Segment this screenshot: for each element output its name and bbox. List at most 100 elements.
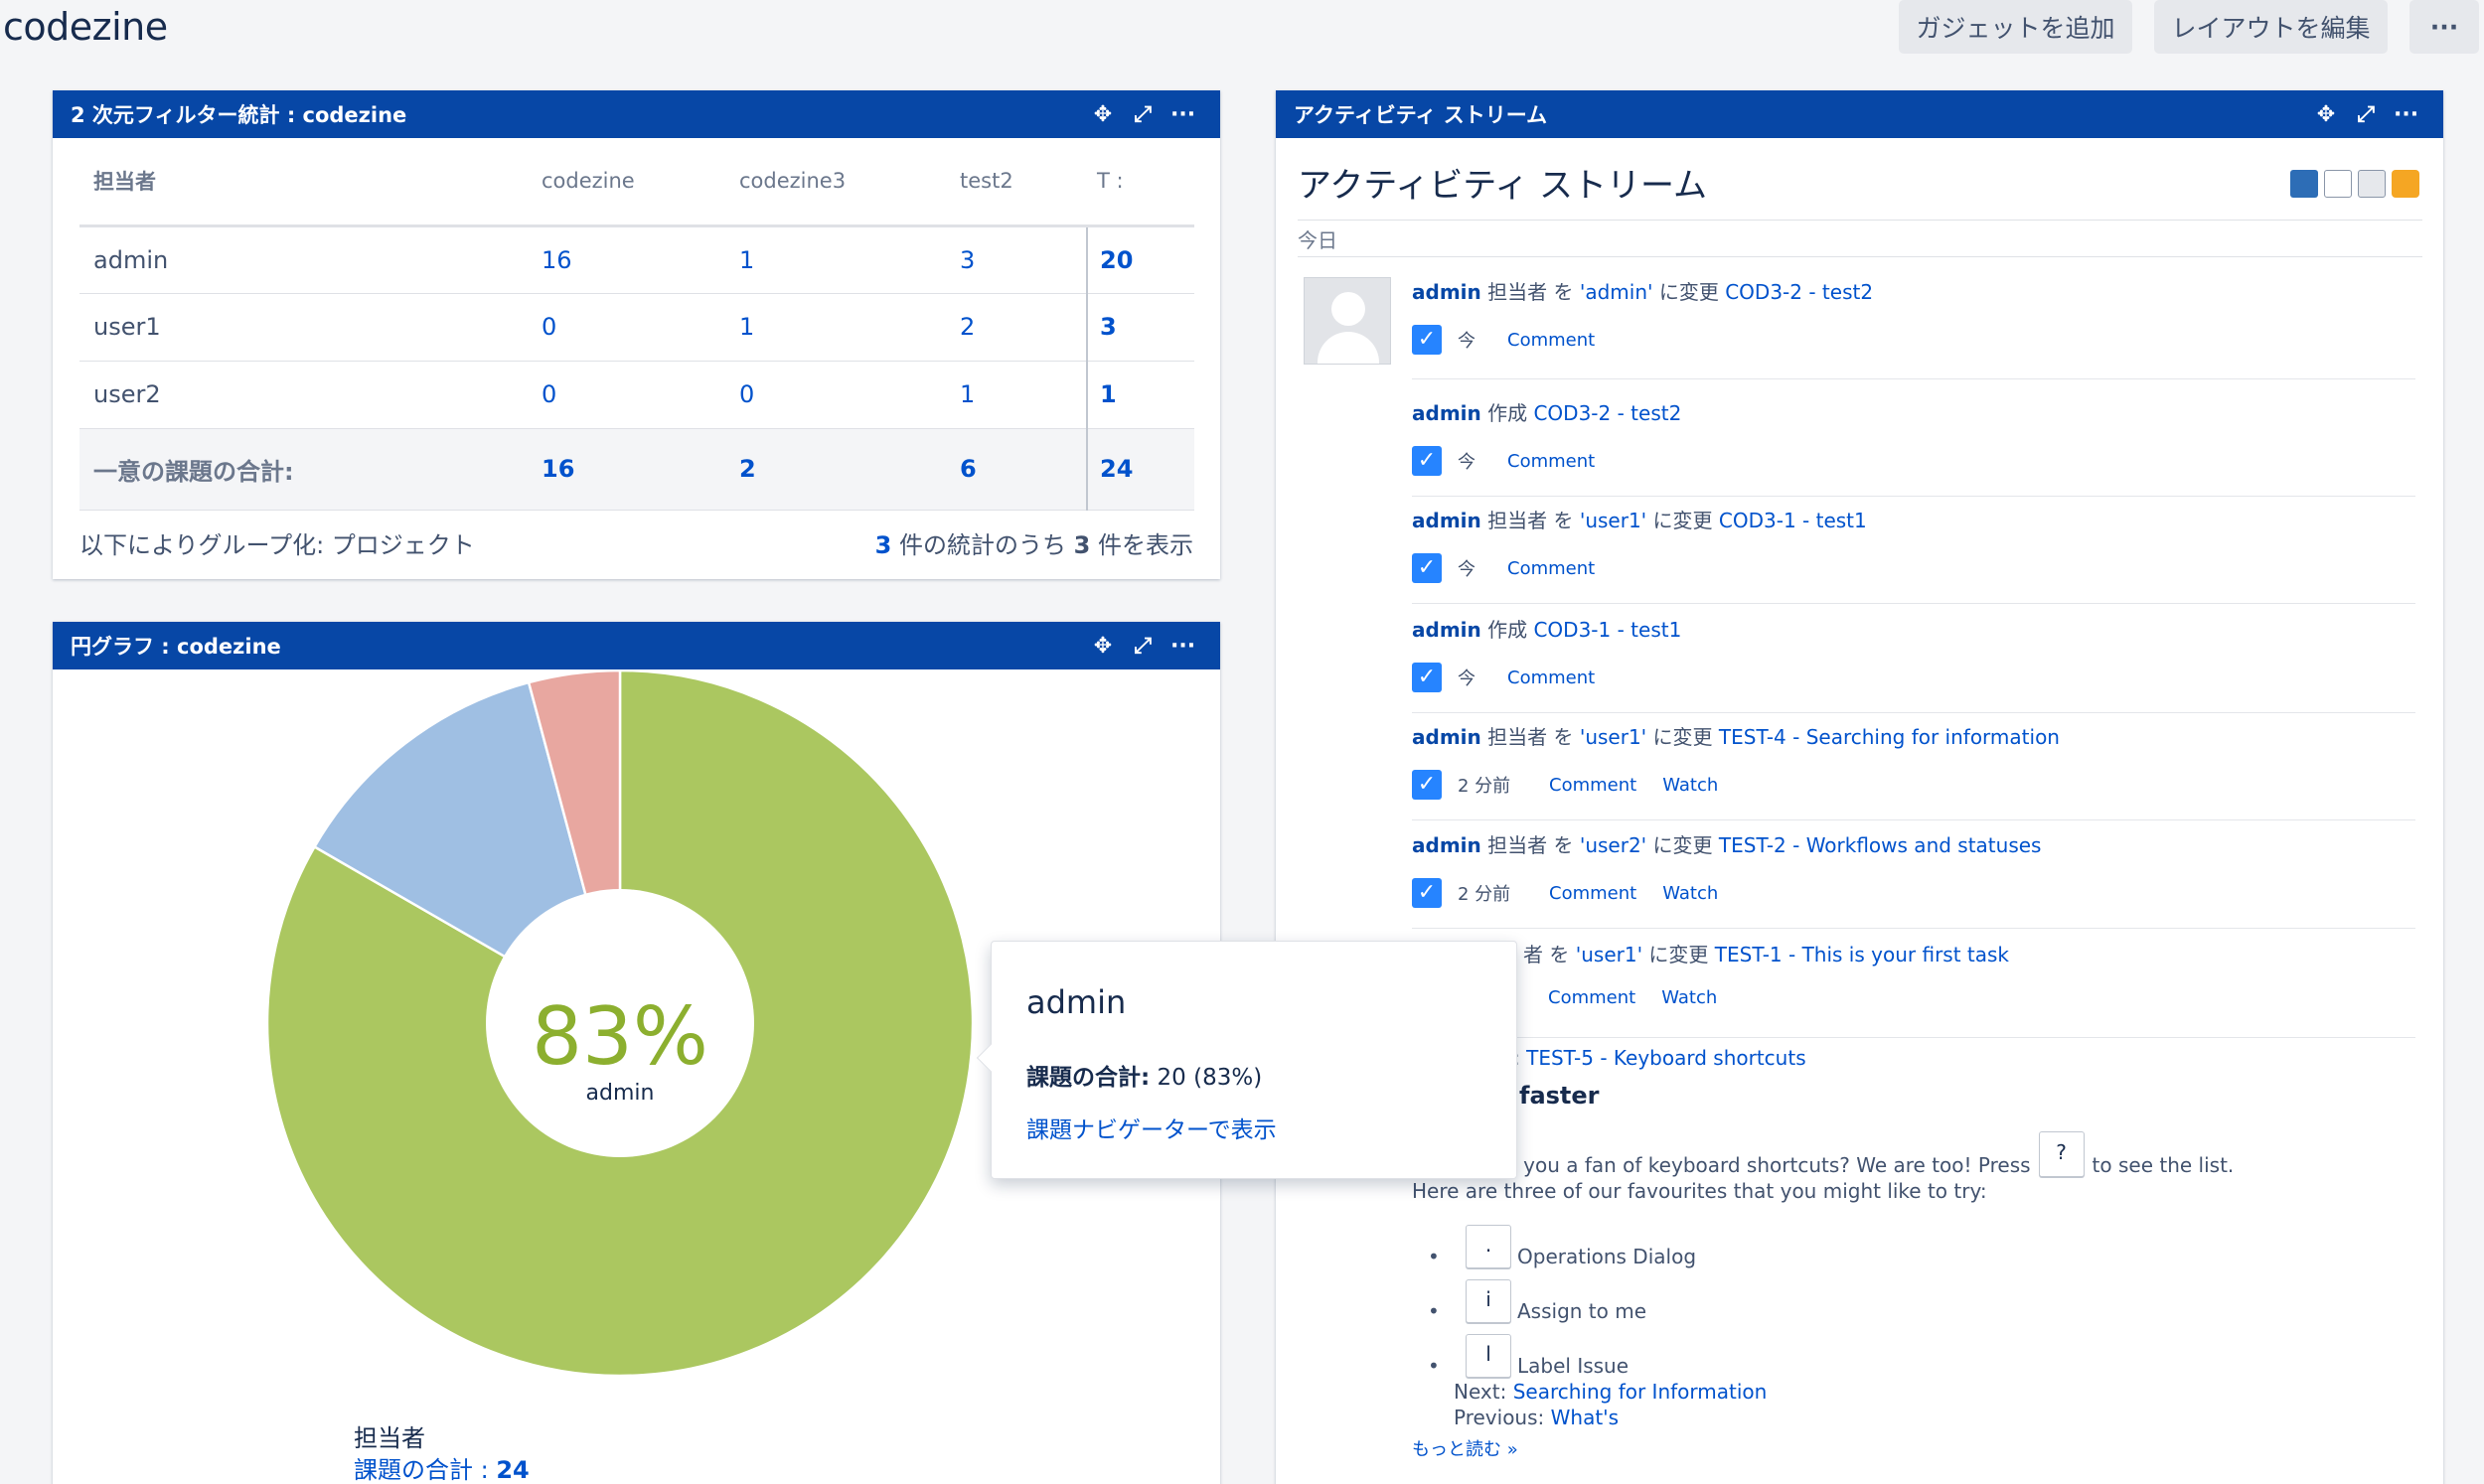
- issue-link[interactable]: TEST-5 - Keyboard shortcuts: [1526, 1046, 1806, 1070]
- move-icon[interactable]: ✥: [2314, 102, 2338, 127]
- more-icon[interactable]: ···: [1170, 634, 1195, 659]
- expand-icon[interactable]: ⤢: [2354, 102, 2378, 127]
- cell-link[interactable]: 16: [542, 225, 739, 294]
- issue-navigator-link[interactable]: 課題ナビゲーターで表示: [1026, 1111, 1277, 1144]
- list-view-icon[interactable]: [2324, 170, 2352, 198]
- issue-link[interactable]: TEST-1 - This is your first task: [1715, 943, 2009, 966]
- issue-link[interactable]: COD3-2 - test2: [1533, 401, 1681, 425]
- action-text: 作成: [1487, 618, 1528, 642]
- grand-total-link[interactable]: 24: [1086, 428, 1194, 511]
- two-dimensional-stats-gadget: 2 次元フィルター統計 : codezine ✥ ⤢ ··· 担当者 codez…: [53, 90, 1220, 579]
- expand-icon[interactable]: ⤢: [1131, 102, 1155, 127]
- next-link[interactable]: Searching for Information: [1513, 1380, 1768, 1404]
- target-user[interactable]: 'admin': [1580, 280, 1653, 304]
- comment-link[interactable]: Comment: [1507, 558, 1595, 579]
- row-total-link[interactable]: 1: [1086, 361, 1194, 429]
- target-user[interactable]: 'user1': [1580, 509, 1646, 532]
- comment-link[interactable]: Comment: [1548, 987, 1635, 1008]
- row-total-link[interactable]: 20: [1086, 225, 1194, 294]
- list-item: • l Label Issue: [1428, 1323, 2415, 1378]
- avatar: [1304, 277, 1391, 365]
- activity-entry: admin 作成 COD3-1 - test1 ✓ 今 Comment: [1412, 614, 2415, 713]
- actor-link[interactable]: admin: [1412, 618, 1481, 642]
- cell-link[interactable]: 0: [542, 361, 739, 429]
- watch-link[interactable]: Watch: [1662, 775, 1718, 796]
- timestamp: 今: [1458, 668, 1475, 689]
- timestamp: 今: [1458, 452, 1475, 473]
- title-divider: [1298, 220, 2422, 221]
- more-icon[interactable]: ···: [1170, 102, 1195, 127]
- comment-link[interactable]: Comment: [1507, 330, 1595, 351]
- keyboard-key: .: [1466, 1225, 1511, 1268]
- count-end-text: 件を表示: [1098, 531, 1193, 559]
- actor-link[interactable]: admin: [1412, 833, 1481, 857]
- shortcut-label: Label Issue: [1517, 1354, 1630, 1378]
- task-checkbox-icon: ✓: [1412, 553, 1442, 583]
- comment-link[interactable]: Comment: [1507, 668, 1595, 688]
- comment-link[interactable]: Comment: [1507, 451, 1595, 472]
- action-text: 担当者 を: [1487, 280, 1574, 304]
- total-count: 3: [1073, 531, 1091, 559]
- read-more-link[interactable]: もっと読む »: [1412, 1435, 2415, 1461]
- pie-center-label: admin: [585, 1081, 655, 1106]
- gadget-header: 円グラフ : codezine ✥ ⤢ ···: [53, 622, 1220, 669]
- count-mid-text: 件の統計のうち: [899, 531, 1067, 559]
- move-icon[interactable]: ✥: [1091, 102, 1115, 127]
- more-options-button[interactable]: ···: [2409, 0, 2479, 54]
- comment-link[interactable]: Comment: [1549, 775, 1636, 796]
- action-text: 担当者 を: [1487, 725, 1574, 749]
- cell-link[interactable]: 1: [960, 361, 1087, 429]
- issue-link[interactable]: COD3-2 - test2: [1725, 280, 1873, 304]
- cell-link[interactable]: 3: [960, 225, 1087, 294]
- description-text: to see the list.: [2092, 1153, 2235, 1177]
- filter-icon[interactable]: [2358, 170, 2386, 198]
- move-icon[interactable]: ✥: [1091, 634, 1115, 659]
- gadget-header: 2 次元フィルター統計 : codezine ✥ ⤢ ···: [53, 90, 1220, 138]
- cell-link[interactable]: 16: [542, 428, 739, 511]
- description-heading: faster: [1519, 1082, 1600, 1110]
- target-user[interactable]: 'user1': [1580, 725, 1646, 749]
- actor-link[interactable]: admin: [1412, 280, 1481, 304]
- rss-feed-icon[interactable]: [2392, 170, 2419, 198]
- shortcut-label: Operations Dialog: [1517, 1245, 1697, 1268]
- cell-link[interactable]: 0: [542, 293, 739, 362]
- summary-row: 一意の課題の合計: 16 2 6 24: [79, 428, 1194, 511]
- tooltip-title: admin: [1026, 983, 1127, 1021]
- cell-link[interactable]: 2: [960, 293, 1087, 362]
- cell-link[interactable]: 0: [739, 361, 960, 429]
- column-header: 担当者: [79, 138, 542, 227]
- legend-total[interactable]: 課題の合計 : 24: [354, 1450, 530, 1484]
- stats-table: 担当者 codezine codezine3 test2 T : admin 1…: [79, 138, 1194, 511]
- action-text: に変更: [1652, 725, 1713, 749]
- target-user[interactable]: 'user1': [1576, 943, 1642, 966]
- previous-link[interactable]: What's: [1551, 1406, 1619, 1429]
- issue-link[interactable]: COD3-1 - test1: [1533, 618, 1681, 642]
- cell-link[interactable]: 1: [739, 293, 960, 362]
- cell-link[interactable]: 2: [739, 428, 960, 511]
- tooltip-total-label: 課題の合計:: [1026, 1065, 1151, 1091]
- shortcut-list: •. Operations Dialog • i Assign to me • l Lab…: [1412, 1217, 2415, 1378]
- actor-link[interactable]: admin: [1412, 401, 1481, 425]
- target-user[interactable]: 'user2': [1580, 833, 1646, 857]
- watch-link[interactable]: Watch: [1661, 987, 1717, 1008]
- more-icon[interactable]: ···: [2394, 102, 2418, 127]
- full-view-icon[interactable]: [2290, 170, 2318, 198]
- issue-link[interactable]: TEST-4 - Searching for information: [1719, 725, 2060, 749]
- issue-link[interactable]: COD3-1 - test1: [1719, 509, 1867, 532]
- watch-link[interactable]: Watch: [1662, 883, 1718, 904]
- issue-link[interactable]: TEST-2 - Workflows and statuses: [1719, 833, 2042, 857]
- actor-link[interactable]: admin: [1412, 725, 1481, 749]
- task-checkbox-icon: ✓: [1412, 770, 1442, 800]
- action-text: に変更: [1652, 509, 1713, 532]
- expand-icon[interactable]: ⤢: [1131, 634, 1155, 659]
- comment-link[interactable]: Comment: [1549, 883, 1636, 904]
- row-total-link[interactable]: 3: [1086, 293, 1194, 362]
- actor-link[interactable]: admin: [1412, 509, 1481, 532]
- cell-link[interactable]: 1: [739, 225, 960, 294]
- add-gadget-button[interactable]: ガジェットを追加: [1899, 0, 2132, 54]
- stats-count: 3 件の統計のうち 3 件を表示: [875, 525, 1193, 560]
- task-checkbox-icon: ✓: [1412, 446, 1442, 476]
- edit-layout-button[interactable]: レイアウトを編集: [2154, 0, 2388, 54]
- keyboard-key: i: [1466, 1279, 1511, 1323]
- cell-link[interactable]: 6: [960, 428, 1087, 511]
